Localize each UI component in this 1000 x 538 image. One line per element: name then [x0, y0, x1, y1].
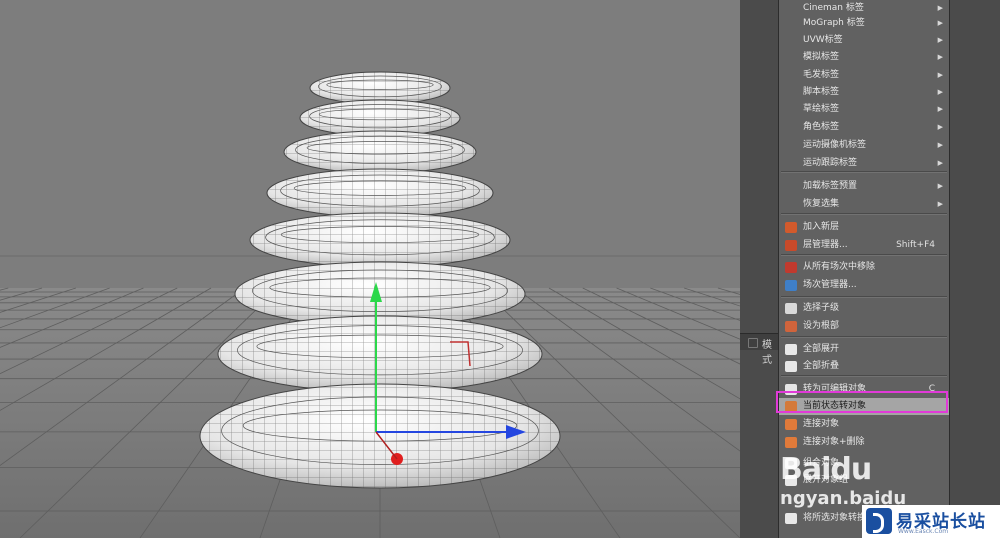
site-logo-url: Www.Easck.Com	[898, 528, 949, 535]
submenu-arrow-icon: ▶	[937, 159, 943, 167]
menu-item-label: 脚本标签	[803, 87, 840, 97]
menu-item-label: 运动摄像机标签	[803, 140, 867, 150]
submenu-arrow-icon: ▶	[937, 36, 943, 44]
menu-item[interactable]: 加入新层	[779, 219, 949, 236]
menu-item[interactable]: 毛发标签 ▶	[779, 67, 949, 84]
expand-all-icon	[785, 344, 797, 355]
menu-item-label: 运动跟踪标签	[803, 158, 858, 168]
submenu-arrow-icon: ▶	[937, 71, 943, 79]
menu-item-label: 角色标签	[803, 122, 840, 132]
menu-separator	[781, 254, 947, 256]
menu-item-label: 模拟标签	[803, 52, 840, 62]
menu-item[interactable]: 全部折叠	[779, 358, 949, 375]
submenu-arrow-icon: ▶	[937, 105, 943, 113]
connect-delete-icon	[785, 437, 797, 448]
menu-item-label: 将所选对象转换	[803, 513, 867, 523]
menu-item-label: 恢复选集	[803, 199, 840, 209]
menu-item[interactable]: MoGraph 标签 ▶	[779, 15, 949, 32]
select-children-icon	[785, 303, 797, 314]
menu-item-label: 连接对象+删除	[803, 437, 865, 447]
menu-item[interactable]: 加载标签预置 ▶	[779, 178, 949, 195]
menu-item[interactable]: 选择子级	[779, 300, 949, 317]
menu-item[interactable]: 脚本标签 ▶	[779, 84, 949, 101]
menu-item-label: 场次管理器...	[803, 280, 857, 290]
menu-item-label: 层管理器...	[803, 240, 848, 250]
connect-objects-icon	[785, 419, 797, 430]
menu-item[interactable]: 连接对象	[779, 416, 949, 433]
menu-item-label: 从所有场次中移除	[803, 262, 876, 272]
submenu-arrow-icon: ▶	[937, 88, 943, 96]
menu-item-label: 全部展开	[803, 344, 840, 354]
collapse-all-icon	[785, 361, 797, 372]
menu-item[interactable]: 运动摄像机标签 ▶	[779, 137, 949, 154]
submenu-arrow-icon: ▶	[937, 19, 943, 27]
set-root-icon	[785, 321, 797, 332]
menu-item-label: UVW标签	[803, 35, 843, 45]
menu-item-label: 选择子级	[803, 303, 840, 313]
menu-item[interactable]: 层管理器... Shift+F4	[779, 237, 949, 254]
menu-item[interactable]: 设为根部	[779, 318, 949, 335]
menu-item[interactable]: 全部展开	[779, 341, 949, 358]
menu-item[interactable]: 场次管理器...	[779, 277, 949, 294]
submenu-arrow-icon: ▶	[937, 141, 943, 149]
menu-item[interactable]: 从所有场次中移除	[779, 259, 949, 276]
highlight-annotation	[776, 391, 948, 413]
menu-item-label: 加载标签预置	[803, 181, 858, 191]
menu-item[interactable]: 模拟标签 ▶	[779, 49, 949, 66]
menu-separator	[781, 213, 947, 215]
menu-item-label: 草绘标签	[803, 104, 840, 114]
menu-item-label: 全部折叠	[803, 361, 840, 371]
submenu-arrow-icon: ▶	[937, 123, 943, 131]
layer-add-icon	[785, 222, 797, 233]
viewport-scene	[0, 0, 740, 538]
panel-grip-icon	[748, 338, 758, 348]
layer-manager-icon	[785, 240, 797, 251]
menu-item-label: MoGraph 标签	[803, 18, 865, 28]
attribute-panel-tab[interactable]: 模式	[740, 333, 780, 366]
menu-item[interactable]: 角色标签 ▶	[779, 119, 949, 136]
menu-item[interactable]: 恢复选集 ▶	[779, 196, 949, 213]
menu-item[interactable]: 草绘标签 ▶	[779, 101, 949, 118]
take-manager-icon	[785, 280, 797, 291]
watermark-text: Baidu	[780, 452, 872, 487]
menu-item[interactable]: 连接对象+删除	[779, 434, 949, 451]
menu-item-label: 加入新层	[803, 222, 840, 232]
site-logo-icon	[866, 508, 892, 534]
submenu-arrow-icon: ▶	[937, 182, 943, 190]
submenu-arrow-icon: ▶	[937, 53, 943, 61]
submenu-arrow-icon: ▶	[937, 200, 943, 208]
menu-item[interactable]: 运动跟踪标签 ▶	[779, 155, 949, 172]
convert-selection-icon	[785, 513, 797, 524]
menu-item-shortcut: Shift+F4	[896, 240, 935, 250]
site-logo: 易采站长站 Www.Easck.Com	[862, 505, 1000, 538]
3d-viewport[interactable]	[0, 0, 740, 538]
menu-item-label: 设为根部	[803, 321, 840, 331]
menu-item-label: 毛发标签	[803, 70, 840, 80]
menu-item[interactable]: UVW标签 ▶	[779, 32, 949, 49]
menu-separator	[781, 296, 947, 298]
menu-separator	[781, 375, 947, 377]
take-remove-icon	[785, 262, 797, 273]
menu-item-label: 连接对象	[803, 419, 840, 429]
menu-separator	[781, 336, 947, 338]
